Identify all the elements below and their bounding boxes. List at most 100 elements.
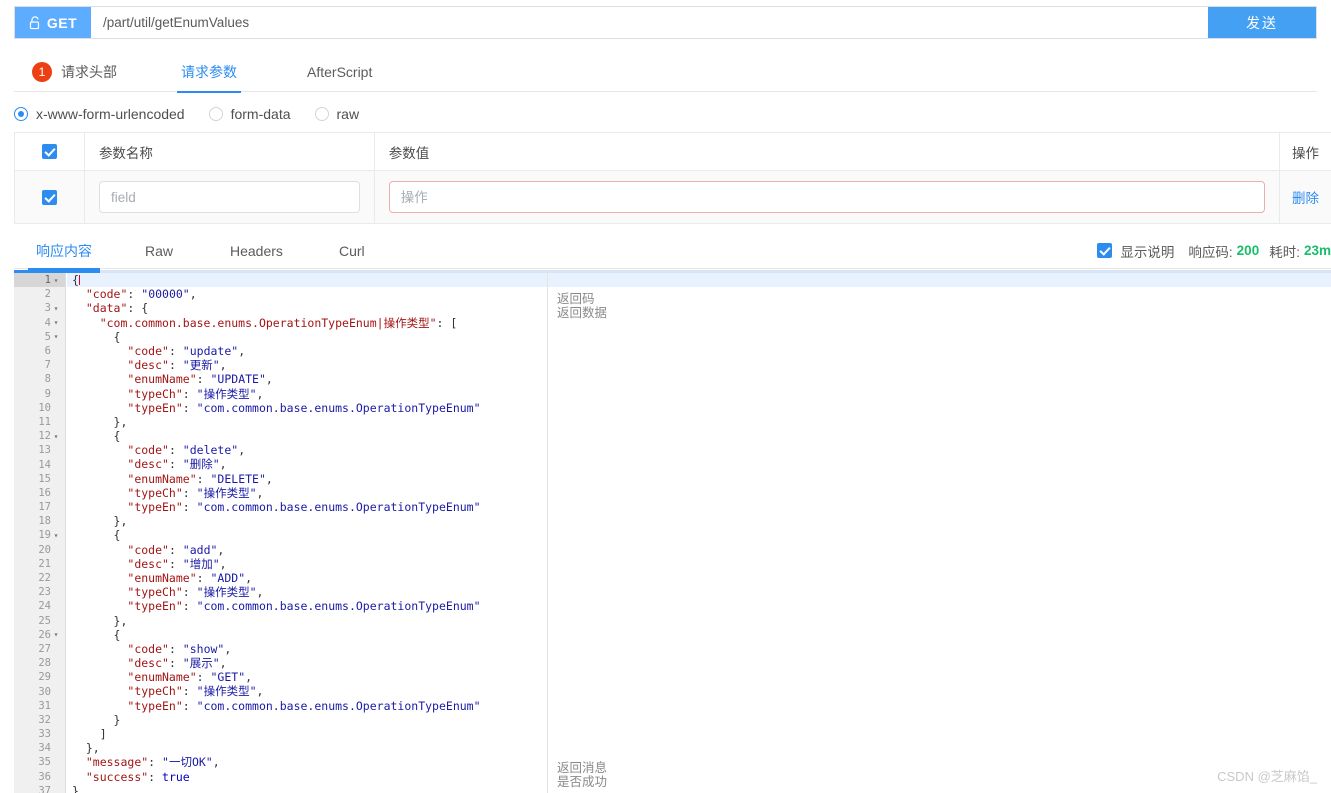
fold-toggle-icon[interactable]: ▾	[51, 531, 61, 540]
line-number: 31	[38, 699, 51, 712]
code-line: "typeEn": "com.common.base.enums.Operati…	[127, 698, 481, 713]
line-number: 13	[38, 444, 51, 457]
code-annotation: 返回数据	[557, 306, 608, 321]
line-number: 29	[38, 671, 51, 684]
line-number: 30	[38, 685, 51, 698]
radio-circle-icon	[14, 107, 28, 121]
request-url-bar: GET 发送	[14, 6, 1317, 39]
tab-raw[interactable]: Raw	[145, 232, 173, 269]
code-line: "desc": "增加",	[127, 556, 227, 571]
fold-toggle-icon[interactable]: ▾	[51, 318, 61, 327]
response-tabs: 响应内容 Raw Headers Curl 显示说明 响应码: 200 耗时: …	[14, 232, 1331, 270]
delete-row-button[interactable]: 删除	[1292, 187, 1319, 207]
line-number: 36	[38, 770, 51, 783]
line-number: 23	[38, 586, 51, 599]
header-select-all-cell	[15, 133, 85, 170]
radio-x-www-form-urlencoded[interactable]: x-www-form-urlencoded	[14, 106, 185, 122]
line-number: 7	[44, 359, 51, 372]
fold-toggle-icon[interactable]: ▾	[51, 630, 61, 639]
radio-label-urlencoded: x-www-form-urlencoded	[36, 106, 185, 122]
tab-headers[interactable]: Headers	[230, 232, 283, 269]
fold-toggle-icon[interactable]: ▾	[51, 304, 61, 313]
tab-response-body[interactable]: 响应内容	[28, 232, 100, 270]
line-number: 37	[38, 784, 51, 793]
line-number: 14	[38, 458, 51, 471]
code-line: "typeCh": "操作类型",	[127, 386, 264, 401]
editor-line-number-gutter: 1 ▾ 2 3 ▾ 4 ▾ 5 ▾ 6 7 8 9 10 11 12 ▾ 13 14 15 16 17 18 19 ▾ 20 21 2…	[14, 273, 66, 793]
radio-circle-icon	[208, 107, 223, 121]
row-operation-cell: 删除	[1280, 171, 1331, 223]
row-checkbox[interactable]	[41, 189, 57, 205]
code-annotation: 是否成功	[557, 775, 608, 789]
line-number: 6	[44, 345, 51, 358]
radio-form-data[interactable]: form-data	[208, 106, 291, 122]
tab-request-params[interactable]: 请求参数	[177, 52, 241, 93]
editor-code-area[interactable]: { "code": "00000", "data": { "com.common…	[67, 273, 1331, 793]
line-number: 24	[38, 600, 51, 613]
line-number: 35	[38, 756, 51, 769]
line-number: 25	[38, 614, 51, 627]
status-code-label: 响应码:	[1188, 244, 1233, 260]
line-number: 5 ▾	[14, 330, 65, 344]
table-header-row: 参数名称 参数值 操作	[15, 133, 1331, 171]
http-method-badge[interactable]: GET	[15, 7, 91, 38]
code-line: "code": "delete",	[127, 443, 246, 458]
fold-toggle-icon[interactable]: ▾	[51, 432, 61, 441]
table-row: 删除	[15, 171, 1331, 223]
radio-circle-icon	[314, 107, 329, 121]
tab-afterscript[interactable]: AfterScript	[303, 52, 376, 92]
show-description-checkbox[interactable]	[1097, 243, 1113, 258]
code-line: "success": true	[85, 769, 190, 784]
code-line: {	[113, 429, 121, 444]
line-number: 28	[38, 657, 51, 670]
code-line: "desc": "展示",	[127, 656, 227, 671]
watermark: CSDN @芝麻馅_	[1217, 769, 1317, 784]
code-line: "message": "一切OK",	[85, 755, 220, 770]
tab-request-headers[interactable]: 1 请求头部	[28, 52, 121, 92]
line-number: 19 ▾	[14, 528, 65, 542]
radio-label-raw: raw	[336, 106, 360, 122]
code-line: },	[113, 414, 128, 429]
fold-toggle-icon[interactable]: ▾	[51, 332, 61, 341]
code-line: ]	[99, 727, 107, 741]
send-button[interactable]: 发送	[1208, 7, 1316, 38]
header-param-name: 参数名称	[85, 133, 375, 170]
tab-curl-label: Curl	[339, 242, 365, 259]
param-name-input[interactable]	[98, 181, 360, 213]
line-number: 22	[38, 572, 51, 585]
line-number: 12 ▾	[14, 429, 65, 443]
request-url-input[interactable]	[91, 7, 1208, 38]
line-number: 17	[38, 501, 51, 514]
code-line: "com.common.base.enums.OperationTypeEnum…	[99, 315, 458, 330]
tab-curl[interactable]: Curl	[339, 232, 365, 269]
code-line: },	[113, 514, 128, 529]
tab-response-body-label: 响应内容	[36, 242, 92, 259]
fold-toggle-icon[interactable]: ▾	[51, 276, 61, 285]
annotation-divider	[547, 273, 548, 793]
response-meta: 显示说明 响应码: 200 耗时: 23m	[1097, 232, 1331, 269]
code-line: "typeEn": "com.common.base.enums.Operati…	[127, 500, 481, 514]
params-table: 参数名称 参数值 操作 删除	[14, 132, 1331, 224]
tab-request-headers-label: 请求头部	[61, 63, 117, 80]
line-number: 16	[38, 486, 51, 499]
row-param-value-cell	[375, 171, 1280, 223]
code-line: "typeCh": "操作类型",	[127, 485, 264, 500]
code-line: }	[72, 783, 79, 793]
code-line: "typeEn": "com.common.base.enums.Operati…	[127, 599, 481, 614]
response-code-editor[interactable]: 1 ▾ 2 3 ▾ 4 ▾ 5 ▾ 6 7 8 9 10 11 12 ▾ 13 14 15 16 17 18 19 ▾ 20 21 2…	[14, 270, 1331, 793]
code-line: "enumName": "DELETE",	[127, 471, 273, 486]
request-headers-count-badge: 1	[32, 61, 52, 82]
header-operation: 操作	[1292, 145, 1320, 161]
line-number: 1 ▾	[14, 273, 65, 288]
request-tabs: 1 请求头部 请求参数 AfterScript	[14, 52, 1317, 93]
row-select-cell	[15, 171, 85, 223]
radio-raw[interactable]: raw	[314, 106, 360, 122]
tab-request-params-label: 请求参数	[181, 63, 237, 80]
code-line: "desc": "更新",	[127, 358, 227, 373]
select-all-checkbox[interactable]	[41, 144, 57, 159]
show-description-label: 显示说明	[1120, 244, 1175, 260]
param-value-input[interactable]	[388, 181, 1265, 213]
code-line: "typeCh": "操作类型",	[127, 585, 264, 600]
code-line: {	[113, 528, 121, 543]
line-number: 2	[44, 288, 51, 301]
